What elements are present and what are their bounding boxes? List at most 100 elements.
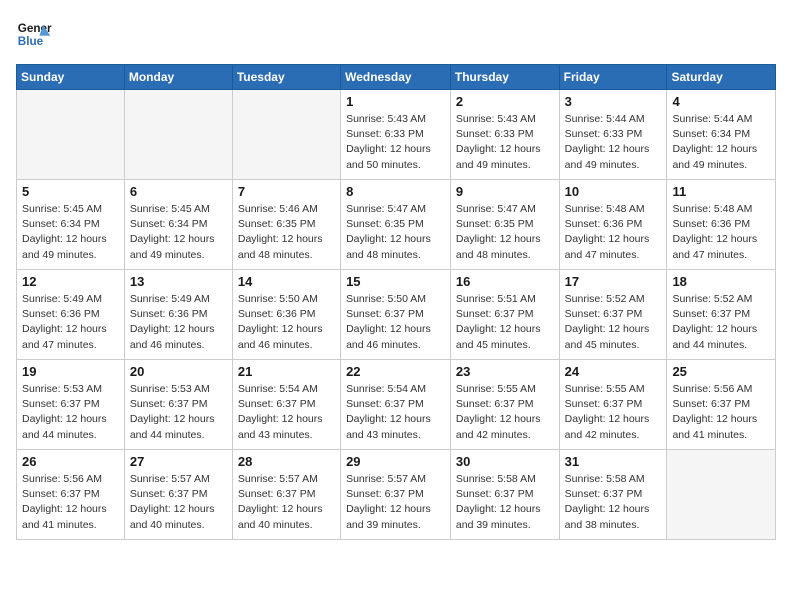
day-info: Sunrise: 5:45 AM Sunset: 6:34 PM Dayligh…	[22, 202, 119, 263]
day-info: Sunrise: 5:56 AM Sunset: 6:37 PM Dayligh…	[22, 472, 119, 533]
calendar-cell: 6 Sunrise: 5:45 AM Sunset: 6:34 PM Daylig…	[124, 180, 232, 270]
day-info: Sunrise: 5:57 AM Sunset: 6:37 PM Dayligh…	[238, 472, 335, 533]
day-number: 25	[672, 364, 770, 379]
calendar-table: SundayMondayTuesdayWednesdayThursdayFrid…	[16, 64, 776, 540]
day-info: Sunrise: 5:50 AM Sunset: 6:37 PM Dayligh…	[346, 292, 445, 353]
day-info: Sunrise: 5:43 AM Sunset: 6:33 PM Dayligh…	[346, 112, 445, 173]
day-number: 4	[672, 94, 770, 109]
calendar-cell: 2 Sunrise: 5:43 AM Sunset: 6:33 PM Daylig…	[450, 90, 559, 180]
calendar-week-0: 1 Sunrise: 5:43 AM Sunset: 6:33 PM Daylig…	[17, 90, 776, 180]
calendar-cell: 26 Sunrise: 5:56 AM Sunset: 6:37 PM Dayli…	[17, 450, 125, 540]
day-info: Sunrise: 5:55 AM Sunset: 6:37 PM Dayligh…	[565, 382, 662, 443]
calendar-cell: 3 Sunrise: 5:44 AM Sunset: 6:33 PM Daylig…	[559, 90, 667, 180]
calendar-cell: 10 Sunrise: 5:48 AM Sunset: 6:36 PM Dayli…	[559, 180, 667, 270]
day-number: 14	[238, 274, 335, 289]
day-info: Sunrise: 5:57 AM Sunset: 6:37 PM Dayligh…	[346, 472, 445, 533]
calendar-cell: 13 Sunrise: 5:49 AM Sunset: 6:36 PM Dayli…	[124, 270, 232, 360]
day-number: 3	[565, 94, 662, 109]
day-number: 6	[130, 184, 227, 199]
day-number: 16	[456, 274, 554, 289]
calendar-cell: 11Sunrise: 5:48 AM Sunset: 6:36 PM Dayli…	[667, 180, 776, 270]
day-header-saturday: Saturday	[667, 65, 776, 90]
day-info: Sunrise: 5:47 AM Sunset: 6:35 PM Dayligh…	[346, 202, 445, 263]
day-header-thursday: Thursday	[450, 65, 559, 90]
day-number: 13	[130, 274, 227, 289]
page-header: General Blue	[16, 16, 776, 52]
calendar-cell	[17, 90, 125, 180]
calendar-cell	[124, 90, 232, 180]
day-header-wednesday: Wednesday	[341, 65, 451, 90]
calendar-cell: 4 Sunrise: 5:44 AM Sunset: 6:34 PM Daylig…	[667, 90, 776, 180]
day-number: 22	[346, 364, 445, 379]
day-header-sunday: Sunday	[17, 65, 125, 90]
calendar-week-1: 5 Sunrise: 5:45 AM Sunset: 6:34 PM Daylig…	[17, 180, 776, 270]
day-number: 21	[238, 364, 335, 379]
calendar-cell: 17 Sunrise: 5:52 AM Sunset: 6:37 PM Dayli…	[559, 270, 667, 360]
day-info: Sunrise: 5:52 AM Sunset: 6:37 PM Dayligh…	[672, 292, 770, 353]
day-header-tuesday: Tuesday	[232, 65, 340, 90]
calendar-cell: 19 Sunrise: 5:53 AM Sunset: 6:37 PM Dayli…	[17, 360, 125, 450]
day-number: 30	[456, 454, 554, 469]
calendar-cell: 23 Sunrise: 5:55 AM Sunset: 6:37 PM Dayli…	[450, 360, 559, 450]
calendar-cell: 16 Sunrise: 5:51 AM Sunset: 6:37 PM Dayli…	[450, 270, 559, 360]
calendar-cell: 15 Sunrise: 5:50 AM Sunset: 6:37 PM Dayli…	[341, 270, 451, 360]
calendar-cell: 1 Sunrise: 5:43 AM Sunset: 6:33 PM Daylig…	[341, 90, 451, 180]
day-info: Sunrise: 5:49 AM Sunset: 6:36 PM Dayligh…	[22, 292, 119, 353]
day-number: 9	[456, 184, 554, 199]
calendar-cell: 7 Sunrise: 5:46 AM Sunset: 6:35 PM Daylig…	[232, 180, 340, 270]
day-number: 27	[130, 454, 227, 469]
day-info: Sunrise: 5:49 AM Sunset: 6:36 PM Dayligh…	[130, 292, 227, 353]
day-info: Sunrise: 5:53 AM Sunset: 6:37 PM Dayligh…	[22, 382, 119, 443]
day-info: Sunrise: 5:54 AM Sunset: 6:37 PM Dayligh…	[346, 382, 445, 443]
day-number: 10	[565, 184, 662, 199]
day-info: Sunrise: 5:58 AM Sunset: 6:37 PM Dayligh…	[456, 472, 554, 533]
calendar-cell: 12Sunrise: 5:49 AM Sunset: 6:36 PM Dayli…	[17, 270, 125, 360]
calendar-week-3: 19 Sunrise: 5:53 AM Sunset: 6:37 PM Dayli…	[17, 360, 776, 450]
day-info: Sunrise: 5:55 AM Sunset: 6:37 PM Dayligh…	[456, 382, 554, 443]
day-number: 29	[346, 454, 445, 469]
calendar-cell: 29 Sunrise: 5:57 AM Sunset: 6:37 PM Dayli…	[341, 450, 451, 540]
day-info: Sunrise: 5:45 AM Sunset: 6:34 PM Dayligh…	[130, 202, 227, 263]
day-number: 19	[22, 364, 119, 379]
day-info: Sunrise: 5:58 AM Sunset: 6:37 PM Dayligh…	[565, 472, 662, 533]
day-info: Sunrise: 5:43 AM Sunset: 6:33 PM Dayligh…	[456, 112, 554, 173]
day-number: 11	[672, 184, 770, 199]
day-info: Sunrise: 5:47 AM Sunset: 6:35 PM Dayligh…	[456, 202, 554, 263]
day-number: 24	[565, 364, 662, 379]
day-number: 20	[130, 364, 227, 379]
day-info: Sunrise: 5:54 AM Sunset: 6:37 PM Dayligh…	[238, 382, 335, 443]
day-header-friday: Friday	[559, 65, 667, 90]
calendar-cell: 20Sunrise: 5:53 AM Sunset: 6:37 PM Dayli…	[124, 360, 232, 450]
day-number: 28	[238, 454, 335, 469]
day-header-monday: Monday	[124, 65, 232, 90]
day-number: 5	[22, 184, 119, 199]
day-number: 7	[238, 184, 335, 199]
calendar-cell: 28 Sunrise: 5:57 AM Sunset: 6:37 PM Dayli…	[232, 450, 340, 540]
calendar-cell: 21 Sunrise: 5:54 AM Sunset: 6:37 PM Dayli…	[232, 360, 340, 450]
day-info: Sunrise: 5:57 AM Sunset: 6:37 PM Dayligh…	[130, 472, 227, 533]
calendar-week-4: 26 Sunrise: 5:56 AM Sunset: 6:37 PM Dayli…	[17, 450, 776, 540]
day-number: 23	[456, 364, 554, 379]
day-info: Sunrise: 5:44 AM Sunset: 6:34 PM Dayligh…	[672, 112, 770, 173]
day-info: Sunrise: 5:52 AM Sunset: 6:37 PM Dayligh…	[565, 292, 662, 353]
calendar-cell: 24 Sunrise: 5:55 AM Sunset: 6:37 PM Dayli…	[559, 360, 667, 450]
day-info: Sunrise: 5:51 AM Sunset: 6:37 PM Dayligh…	[456, 292, 554, 353]
day-info: Sunrise: 5:44 AM Sunset: 6:33 PM Dayligh…	[565, 112, 662, 173]
day-number: 15	[346, 274, 445, 289]
day-info: Sunrise: 5:46 AM Sunset: 6:35 PM Dayligh…	[238, 202, 335, 263]
day-info: Sunrise: 5:48 AM Sunset: 6:36 PM Dayligh…	[565, 202, 662, 263]
calendar-cell: 30 Sunrise: 5:58 AM Sunset: 6:37 PM Dayli…	[450, 450, 559, 540]
day-info: Sunrise: 5:56 AM Sunset: 6:37 PM Dayligh…	[672, 382, 770, 443]
day-number: 26	[22, 454, 119, 469]
logo-icon: General Blue	[16, 16, 52, 52]
calendar-cell: 5 Sunrise: 5:45 AM Sunset: 6:34 PM Daylig…	[17, 180, 125, 270]
logo: General Blue	[16, 16, 52, 52]
day-number: 1	[346, 94, 445, 109]
day-number: 2	[456, 94, 554, 109]
calendar-cell	[232, 90, 340, 180]
calendar-cell: 14Sunrise: 5:50 AM Sunset: 6:36 PM Dayli…	[232, 270, 340, 360]
calendar-week-2: 12Sunrise: 5:49 AM Sunset: 6:36 PM Dayli…	[17, 270, 776, 360]
day-number: 17	[565, 274, 662, 289]
calendar-cell: 25 Sunrise: 5:56 AM Sunset: 6:37 PM Dayli…	[667, 360, 776, 450]
day-number: 31	[565, 454, 662, 469]
